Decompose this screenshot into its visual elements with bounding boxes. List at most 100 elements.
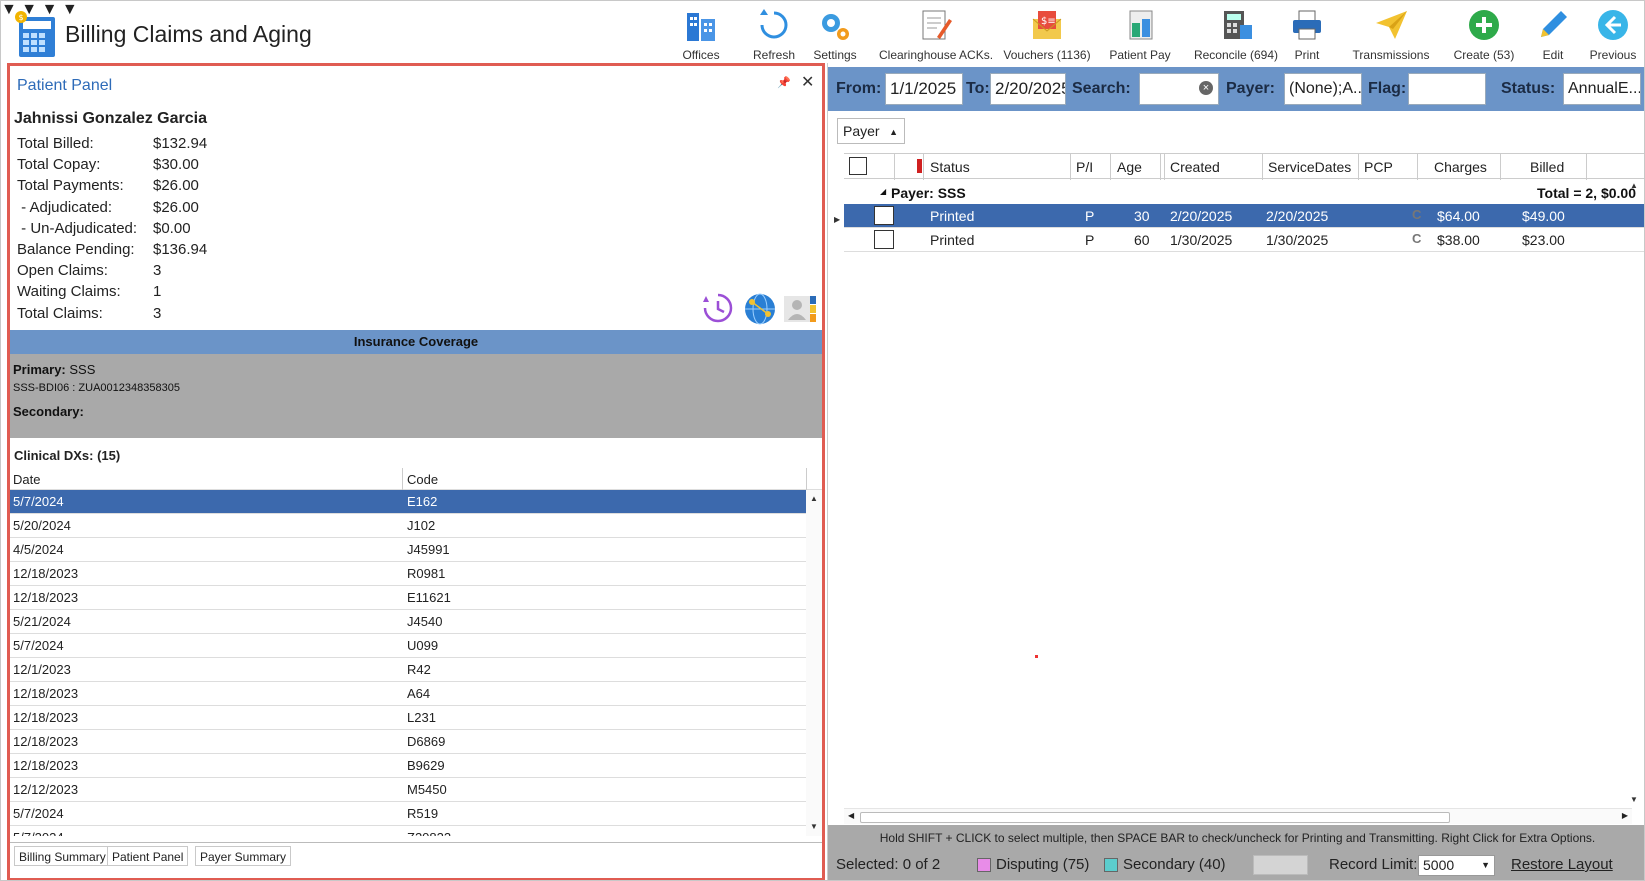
patient-pay-icon bbox=[1129, 10, 1153, 40]
dx-date: 12/18/2023 bbox=[13, 734, 79, 749]
previous-button[interactable]: Previous bbox=[1585, 5, 1641, 62]
restore-layout-link[interactable]: Restore Layout bbox=[1511, 856, 1613, 873]
column-header-pcp[interactable]: PCP bbox=[1364, 159, 1393, 175]
refresh-button[interactable]: Refresh bbox=[749, 5, 799, 62]
claim-row[interactable]: Printed P 30 2/20/2025 2/20/2025 C $64.0… bbox=[844, 204, 1644, 228]
group-by-payer-chip[interactable]: Payer ▲ bbox=[837, 118, 905, 144]
dx-row[interactable]: 5/20/2024 J102 bbox=[10, 514, 806, 538]
dx-date: 12/18/2023 bbox=[13, 590, 79, 605]
network-globe-icon[interactable] bbox=[743, 292, 777, 326]
column-header-billed[interactable]: Billed bbox=[1530, 159, 1564, 175]
column-header-status[interactable]: Status bbox=[930, 159, 970, 175]
scroll-down-icon[interactable]: ▼ bbox=[810, 822, 818, 831]
column-header-pi[interactable]: P/I bbox=[1076, 159, 1093, 175]
contact-card-icon[interactable] bbox=[782, 292, 818, 326]
scroll-up-icon[interactable]: ▲ bbox=[810, 494, 818, 503]
flag-filter-input[interactable] bbox=[1408, 73, 1486, 105]
tab-billing-summary[interactable]: Billing Summary bbox=[14, 846, 111, 866]
record-limit-select[interactable]: 5000 ▼ bbox=[1418, 855, 1495, 876]
claims-panel: From: 1/1/2025 To: 2/20/2025 Search: × P… bbox=[827, 63, 1644, 880]
scroll-down-icon[interactable]: ▼ bbox=[1630, 795, 1638, 804]
settings-button[interactable]: Settings bbox=[809, 5, 861, 62]
secondary-swatch bbox=[1104, 858, 1118, 872]
column-header-code[interactable]: Code bbox=[407, 472, 438, 487]
payer-group-row[interactable]: ◢ Payer: SSS Total = 2, $0.00 bbox=[844, 180, 1644, 206]
dx-date: 12/18/2023 bbox=[13, 758, 79, 773]
column-header-service-dates[interactable]: ServiceDates bbox=[1268, 159, 1351, 175]
clearinghouse-acks-button[interactable]: Clearinghouse ACKs. bbox=[879, 5, 993, 62]
selection-hint: Hold SHIFT + CLICK to select multiple, t… bbox=[879, 831, 1596, 845]
claim-row[interactable]: Printed P 60 1/30/2025 1/30/2025 C $38.0… bbox=[844, 228, 1644, 252]
offices-button[interactable]: Offices bbox=[673, 5, 729, 62]
dx-row[interactable]: 12/1/2023 R42 bbox=[10, 658, 806, 682]
dx-row[interactable]: 12/18/2023 D6869 bbox=[10, 730, 806, 754]
transmissions-button[interactable]: Transmissions bbox=[1351, 5, 1431, 62]
app-title: Billing Claims and Aging bbox=[65, 21, 312, 47]
dx-date: 5/7/2024 bbox=[13, 826, 64, 836]
dx-row[interactable]: 4/5/2024 J45991 bbox=[10, 538, 806, 562]
scroll-left-icon[interactable]: ◀ bbox=[848, 811, 854, 820]
create-button[interactable]: Create (53) bbox=[1449, 5, 1519, 62]
dx-row[interactable]: 12/18/2023 R0981 bbox=[10, 562, 806, 586]
billing-summary-list: Total Billed: $132.94 Total Copay: $30.00 … bbox=[17, 133, 207, 324]
dx-scrollbar[interactable] bbox=[806, 490, 822, 836]
from-date-input[interactable]: 1/1/2025 bbox=[885, 73, 963, 105]
claim-row-checkbox[interactable] bbox=[874, 230, 894, 249]
dx-row[interactable]: 5/7/2024 Z20822 bbox=[10, 826, 806, 836]
patient-pay-button[interactable]: Patient Pay bbox=[1107, 5, 1173, 62]
column-header-charges[interactable]: Charges bbox=[1434, 159, 1487, 175]
dx-date: 4/5/2024 bbox=[13, 542, 64, 557]
horizontal-scrollbar[interactable]: ◀ ▶ bbox=[844, 808, 1632, 824]
payer-filter-input[interactable]: (None);A... bbox=[1284, 73, 1362, 105]
patient-name: Jahnissi Gonzalez Garcia bbox=[14, 110, 207, 127]
search-label: Search: bbox=[1072, 80, 1131, 97]
blank-input[interactable] bbox=[1253, 855, 1308, 875]
scroll-right-icon[interactable]: ▶ bbox=[1622, 811, 1628, 820]
clear-search-icon[interactable]: × bbox=[1199, 81, 1213, 95]
tab-patient-panel[interactable]: Patient Panel bbox=[107, 846, 189, 866]
to-date-input[interactable]: 2/20/2025 bbox=[990, 73, 1066, 105]
transmissions-dropdown-icon[interactable]: ▼ bbox=[62, 1, 78, 18]
dx-row[interactable]: 5/7/2024 U099 bbox=[10, 634, 806, 658]
dx-row[interactable]: 12/12/2023 M5450 bbox=[10, 778, 806, 802]
scroll-up-icon[interactable]: ▲ bbox=[1630, 181, 1638, 190]
secondary-legend[interactable]: Secondary (40) bbox=[1123, 856, 1226, 873]
dx-row[interactable]: 12/18/2023 A64 bbox=[10, 682, 806, 706]
dx-code: J102 bbox=[407, 518, 436, 533]
to-label: To: bbox=[966, 80, 990, 97]
claim-row-checkbox[interactable] bbox=[874, 206, 894, 225]
pin-icon[interactable]: 📌 bbox=[777, 76, 791, 89]
column-header-age[interactable]: Age bbox=[1117, 159, 1142, 175]
dx-row[interactable]: 5/7/2024 R519 bbox=[10, 802, 806, 826]
column-header-date[interactable]: Date bbox=[13, 472, 40, 487]
dx-row[interactable]: 5/7/2024 E162 bbox=[10, 490, 806, 514]
dx-code: J4540 bbox=[407, 614, 443, 629]
close-icon[interactable]: ✕ bbox=[801, 72, 814, 92]
header-toolbar: $ Billing Claims and Aging Offices ▼ Ref… bbox=[1, 1, 1644, 63]
dx-code: Z20822 bbox=[407, 826, 451, 836]
dx-row[interactable]: 5/21/2024 J4540 bbox=[10, 610, 806, 634]
dx-row[interactable]: 12/18/2023 B9629 bbox=[10, 754, 806, 778]
scrollbar-thumb[interactable] bbox=[860, 812, 1450, 823]
disputing-legend[interactable]: Disputing (75) bbox=[996, 856, 1089, 873]
column-header-created[interactable]: Created bbox=[1170, 159, 1220, 175]
print-button[interactable]: Print bbox=[1287, 5, 1327, 62]
history-clock-icon[interactable] bbox=[702, 292, 734, 324]
tab-payer-summary[interactable]: Payer Summary bbox=[195, 846, 292, 866]
add-circle-icon bbox=[1469, 10, 1499, 40]
dx-date: 5/7/2024 bbox=[13, 806, 64, 821]
chevron-down-icon: ▼ bbox=[1481, 860, 1490, 870]
summary-row: - Adjudicated: $26.00 bbox=[17, 198, 199, 216]
sort-up-icon: ▲ bbox=[889, 127, 898, 137]
dx-row[interactable]: 12/18/2023 E11621 bbox=[10, 586, 806, 610]
settings-gear-icon bbox=[822, 14, 849, 40]
status-filter-input[interactable]: AnnualE... bbox=[1563, 73, 1641, 105]
dx-date: 5/20/2024 bbox=[13, 518, 71, 533]
dx-row[interactable]: 12/18/2023 L231 bbox=[10, 706, 806, 730]
edit-button[interactable]: Edit bbox=[1531, 5, 1575, 62]
filter-bar: From: 1/1/2025 To: 2/20/2025 Search: × P… bbox=[828, 67, 1644, 111]
collapse-icon[interactable]: ◢ bbox=[880, 187, 886, 196]
reconcile-button[interactable]: Reconcile (694) bbox=[1191, 5, 1281, 62]
vouchers-button[interactable]: $≡ Vouchers (1136) bbox=[1001, 5, 1093, 62]
select-all-checkbox[interactable] bbox=[849, 157, 867, 175]
